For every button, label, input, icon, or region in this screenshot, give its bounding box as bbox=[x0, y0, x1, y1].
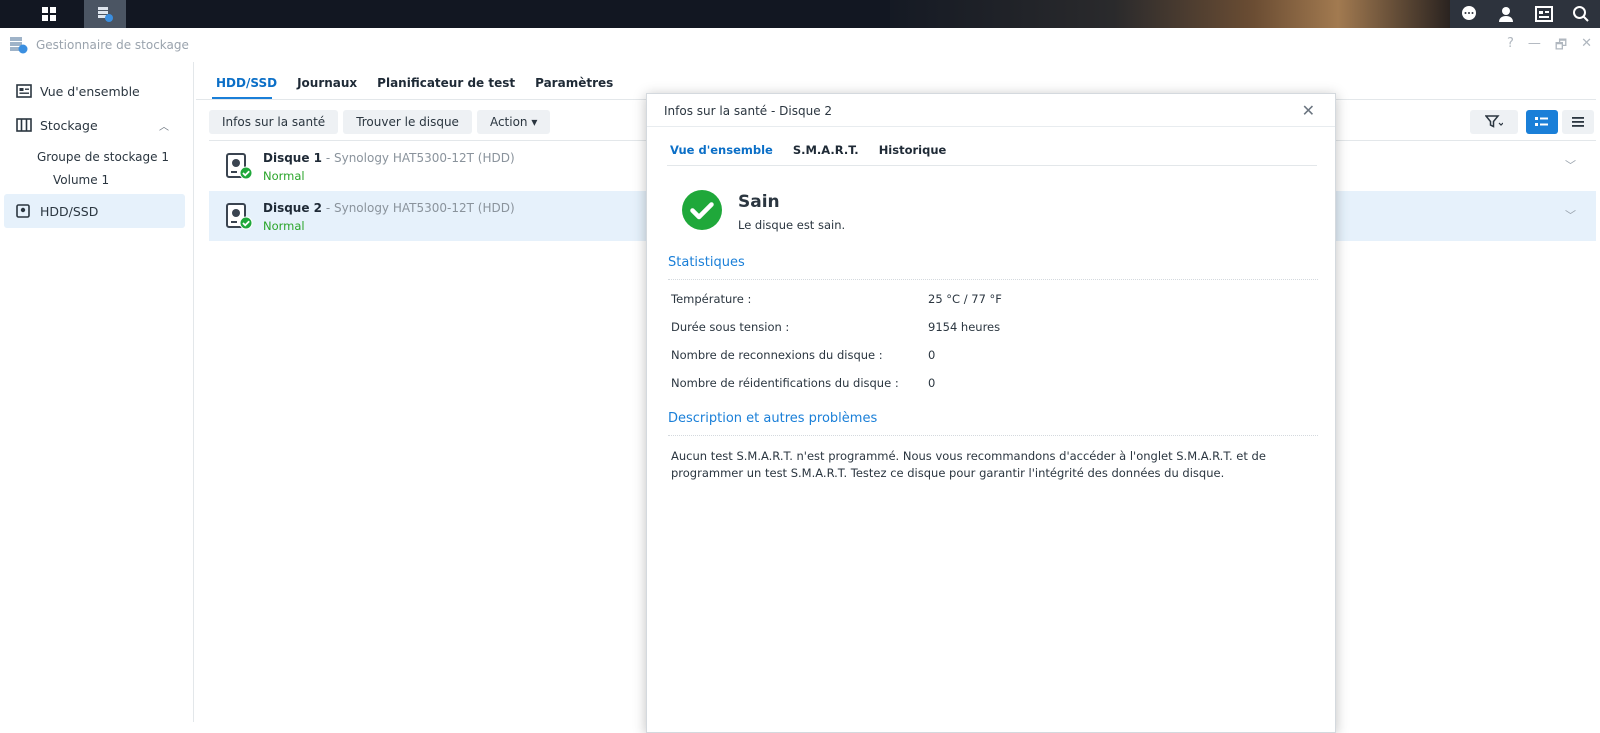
dialog-header-divider bbox=[647, 126, 1335, 127]
taskbar bbox=[0, 0, 1600, 28]
taskbar-tray bbox=[1450, 0, 1600, 28]
health-info-button[interactable]: Infos sur la santé bbox=[209, 110, 339, 134]
statistics-heading: Statistiques bbox=[668, 255, 745, 270]
desktop-wallpaper bbox=[890, 0, 1450, 28]
widgets-icon[interactable] bbox=[1534, 5, 1553, 23]
main-tabs: HDD/SSD Journaux Planificateur de test P… bbox=[216, 76, 613, 90]
health-info-dialog: Infos sur la santé - Disque 2 ✕ Vue d'en… bbox=[646, 93, 1336, 733]
tab-hdd-ssd[interactable]: HDD/SSD bbox=[216, 76, 277, 90]
toolbar: Infos sur la santé Trouver le disque Act… bbox=[209, 110, 551, 134]
storage-manager-icon bbox=[98, 7, 113, 22]
filter-icon bbox=[1485, 115, 1503, 128]
sidebar: Vue d'ensemble Stockage ︿ Groupe de stoc… bbox=[0, 62, 194, 722]
sidebar-item-label: Vue d'ensemble bbox=[40, 83, 140, 99]
sidebar-item-storage[interactable]: Stockage ︿ bbox=[4, 108, 185, 142]
section-divider bbox=[668, 435, 1318, 436]
disk-name: Disque 1 bbox=[263, 151, 323, 165]
stat-label: Durée sous tension : bbox=[671, 320, 790, 334]
dialog-tab-smart[interactable]: S.M.A.R.T. bbox=[793, 143, 859, 157]
stat-label: Nombre de reconnexions du disque : bbox=[671, 348, 883, 362]
tab-settings[interactable]: Paramètres bbox=[535, 76, 613, 90]
active-tab-indicator bbox=[212, 97, 272, 99]
minimize-button[interactable]: — bbox=[1528, 36, 1541, 58]
overview-icon bbox=[16, 84, 32, 98]
window-title: Gestionnaire de stockage bbox=[36, 38, 189, 52]
chevron-down-icon[interactable]: ﹀ bbox=[1565, 207, 1576, 223]
chat-icon[interactable] bbox=[1460, 5, 1478, 23]
user-icon[interactable] bbox=[1497, 5, 1515, 23]
help-button[interactable]: ? bbox=[1507, 36, 1514, 58]
stat-label: Nombre de réidentifications du disque : bbox=[671, 376, 899, 390]
check-circle-icon bbox=[682, 190, 722, 230]
compact-view-button[interactable] bbox=[1562, 110, 1594, 134]
dialog-tab-overview[interactable]: Vue d'ensemble bbox=[670, 143, 773, 157]
disk-name: Disque 2 bbox=[263, 201, 323, 215]
description-heading: Description et autres problèmes bbox=[668, 411, 878, 426]
storage-manager-icon bbox=[10, 37, 28, 54]
hdd-ok-icon bbox=[226, 203, 253, 230]
window-header: Gestionnaire de stockage ? — 🗗 ✕ bbox=[0, 28, 1600, 62]
close-window-button[interactable]: ✕ bbox=[1581, 36, 1592, 58]
stat-value: 25 °C / 77 °F bbox=[928, 292, 1002, 306]
search-icon[interactable] bbox=[1572, 5, 1590, 23]
list-icon bbox=[1572, 117, 1584, 127]
disk-status: Normal bbox=[263, 219, 305, 233]
main-menu-button[interactable] bbox=[28, 0, 70, 28]
detail-view-button[interactable] bbox=[1526, 110, 1558, 134]
dialog-title: Infos sur la santé - Disque 2 bbox=[664, 104, 833, 118]
disk-model: - Synology HAT5300-12T (HDD) bbox=[322, 201, 515, 215]
health-status-title: Sain bbox=[738, 192, 780, 212]
health-status-description: Le disque est sain. bbox=[738, 218, 846, 232]
view-controls bbox=[1470, 110, 1594, 134]
stat-value: 0 bbox=[928, 348, 936, 362]
tab-test-scheduler[interactable]: Planificateur de test bbox=[377, 76, 515, 90]
close-icon[interactable]: ✕ bbox=[1302, 101, 1315, 120]
storage-manager-task-button[interactable] bbox=[84, 0, 126, 28]
chevron-up-icon[interactable]: ︿ bbox=[159, 118, 169, 133]
hdd-ok-icon bbox=[226, 153, 253, 180]
sidebar-item-overview[interactable]: Vue d'ensemble bbox=[4, 74, 185, 108]
tab-logs[interactable]: Journaux bbox=[297, 76, 357, 90]
sidebar-item-label: HDD/SSD bbox=[40, 203, 99, 219]
sidebar-item-volume[interactable]: Volume 1 bbox=[53, 173, 109, 187]
description-text: Aucun test S.M.A.R.T. n'est programmé. N… bbox=[671, 449, 1266, 480]
restore-button[interactable]: 🗗 bbox=[1555, 36, 1567, 58]
sidebar-item-label: Stockage bbox=[40, 117, 98, 133]
stat-value: 9154 heures bbox=[928, 320, 1001, 334]
list-detail-icon bbox=[1535, 117, 1548, 126]
dialog-tabs-divider bbox=[667, 165, 1317, 166]
disk-status: Normal bbox=[263, 169, 305, 183]
sidebar-item-hdd-ssd[interactable]: HDD/SSD bbox=[4, 194, 185, 228]
dialog-tabs: Vue d'ensemble S.M.A.R.T. Historique bbox=[670, 143, 946, 157]
action-dropdown-button[interactable]: Action ▾ bbox=[476, 110, 551, 134]
grid-icon bbox=[42, 7, 56, 21]
sidebar-item-storage-pool[interactable]: Groupe de stockage 1 bbox=[37, 150, 169, 164]
disk-icon bbox=[16, 204, 30, 218]
chevron-down-icon[interactable]: ﹀ bbox=[1565, 157, 1576, 173]
section-divider bbox=[668, 279, 1318, 280]
stat-value: 0 bbox=[928, 376, 936, 390]
stat-label: Température : bbox=[671, 292, 752, 306]
filter-button[interactable] bbox=[1470, 110, 1518, 134]
disk-model: - Synology HAT5300-12T (HDD) bbox=[322, 151, 515, 165]
storage-icon bbox=[16, 118, 32, 132]
find-disk-button[interactable]: Trouver le disque bbox=[343, 110, 472, 134]
dialog-tab-history[interactable]: Historique bbox=[879, 143, 947, 157]
